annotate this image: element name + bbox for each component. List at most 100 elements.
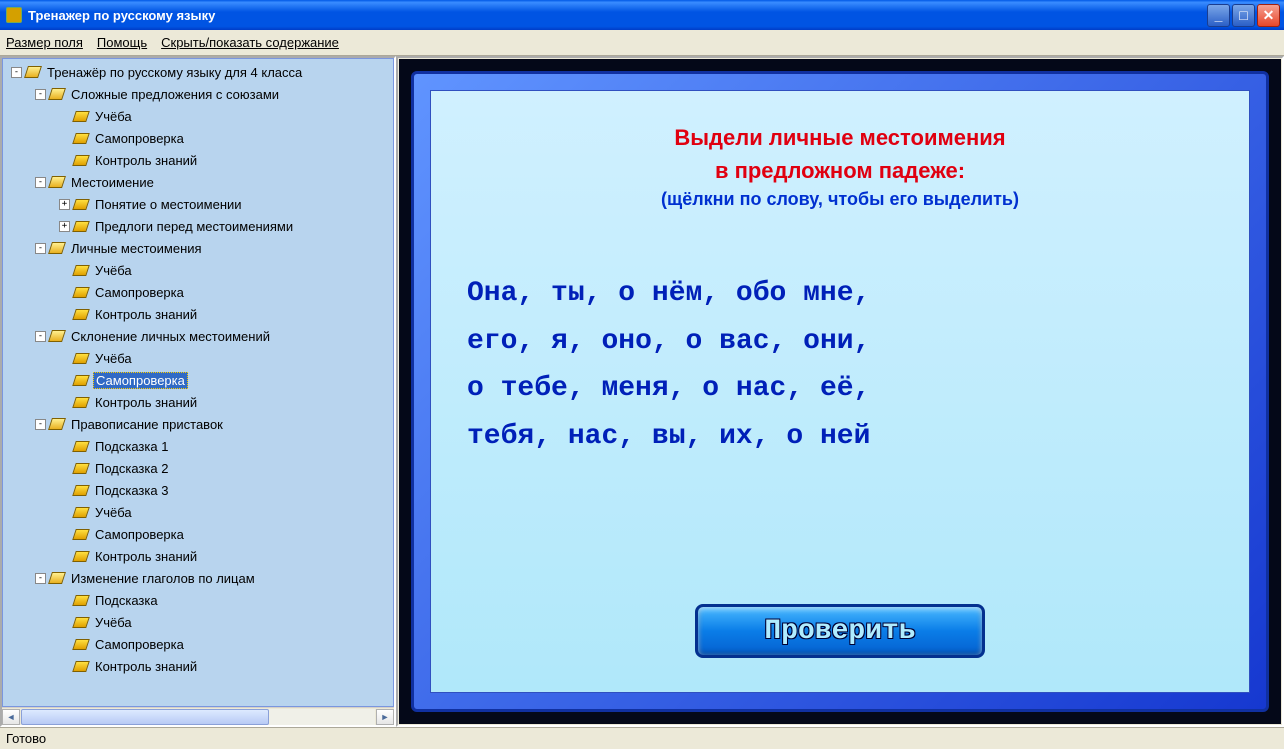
- tree-item[interactable]: Подсказка 1: [3, 435, 393, 457]
- statusbar: Готово: [0, 727, 1284, 749]
- tree-item[interactable]: Самопроверка: [3, 369, 393, 391]
- horizontal-scrollbar[interactable]: ◄ ►: [2, 707, 394, 725]
- expander-blank: [59, 529, 70, 540]
- word-token[interactable]: я: [551, 326, 568, 357]
- tree-scroll[interactable]: - Тренажёр по русскому языку для 4 класса…: [2, 58, 394, 707]
- scroll-thumb[interactable]: [21, 709, 269, 725]
- maximize-button[interactable]: □: [1232, 4, 1255, 27]
- expand-icon[interactable]: +: [59, 221, 70, 232]
- tree-item-label: Самопроверка: [93, 372, 188, 389]
- book-icon: [48, 88, 66, 100]
- word-token[interactable]: его: [467, 326, 517, 357]
- word-token[interactable]: они: [803, 326, 853, 357]
- tree-item-label: Самопроверка: [93, 130, 186, 147]
- word-token[interactable]: о нём: [618, 278, 702, 309]
- scroll-track[interactable]: [21, 709, 375, 725]
- tree-item[interactable]: Подсказка: [3, 589, 393, 611]
- words-line: о тебе, меня, о нас, её,: [467, 365, 1213, 413]
- words-line: его, я, оно, о вас, они,: [467, 318, 1213, 366]
- word-token[interactable]: о ней: [786, 421, 870, 452]
- tree-item[interactable]: Учёба: [3, 501, 393, 523]
- word-token[interactable]: о тебе: [467, 373, 568, 404]
- expander-blank: [59, 639, 70, 650]
- word-token[interactable]: их: [719, 421, 753, 452]
- book-icon: [72, 617, 90, 628]
- tree-item[interactable]: Самопроверка: [3, 127, 393, 149]
- tree-item[interactable]: Учёба: [3, 347, 393, 369]
- tree-item[interactable]: Контроль знаний: [3, 655, 393, 677]
- menubar: Размер поля Помощь Скрыть/показать содер…: [0, 30, 1284, 56]
- tree-item[interactable]: Контроль знаний: [3, 545, 393, 567]
- tree-item-label: Тренажёр по русскому языку для 4 класса: [45, 64, 304, 81]
- tree-item[interactable]: Контроль знаний: [3, 391, 393, 413]
- book-icon: [24, 66, 42, 78]
- close-button[interactable]: ✕: [1257, 4, 1280, 27]
- tree-item[interactable]: Самопроверка: [3, 281, 393, 303]
- tree-item[interactable]: +Предлоги перед местоимениями: [3, 215, 393, 237]
- collapse-icon[interactable]: -: [35, 177, 46, 188]
- word-token[interactable]: Она: [467, 278, 517, 309]
- tree-item[interactable]: Самопроверка: [3, 633, 393, 655]
- tree-item[interactable]: -Правописание приставок: [3, 413, 393, 435]
- tree-item[interactable]: -Личные местоимения: [3, 237, 393, 259]
- expand-icon[interactable]: +: [59, 199, 70, 210]
- tree-item[interactable]: Контроль знаний: [3, 303, 393, 325]
- tree-item-label: Подсказка 3: [93, 482, 170, 499]
- collapse-icon[interactable]: -: [11, 67, 22, 78]
- tree-item[interactable]: Учёба: [3, 259, 393, 281]
- book-icon: [48, 176, 66, 188]
- menu-help[interactable]: Помощь: [97, 35, 147, 50]
- exercise-title-line2: в предложном падеже:: [715, 158, 965, 183]
- tree-item[interactable]: Подсказка 2: [3, 457, 393, 479]
- tree-item[interactable]: + Понятие о местоимении: [3, 193, 393, 215]
- content-pane: Выдели личные местоимения в предложном п…: [396, 56, 1284, 727]
- book-icon: [72, 463, 90, 474]
- minimize-button[interactable]: _: [1207, 4, 1230, 27]
- tree-item[interactable]: -Изменение глаголов по лицам: [3, 567, 393, 589]
- book-icon: [72, 309, 90, 320]
- book-icon: [72, 639, 90, 650]
- words-line: тебя, нас, вы, их, о ней: [467, 413, 1213, 461]
- word-token[interactable]: о вас: [686, 326, 770, 357]
- word-token[interactable]: о нас: [702, 373, 786, 404]
- word-token[interactable]: тебя: [467, 421, 534, 452]
- scroll-right-button[interactable]: ►: [376, 709, 394, 725]
- word-token[interactable]: её: [820, 373, 854, 404]
- word-token[interactable]: нас: [568, 421, 618, 452]
- tree-item[interactable]: -Сложные предложения с союзами: [3, 83, 393, 105]
- tree-item[interactable]: Подсказка 3: [3, 479, 393, 501]
- collapse-icon[interactable]: -: [35, 89, 46, 100]
- exercise-title: Выдели личные местоимения в предложном п…: [674, 121, 1005, 187]
- expander-blank: [59, 463, 70, 474]
- tree-item[interactable]: -Склонение личных местоимений: [3, 325, 393, 347]
- tree-item-label: Контроль знаний: [93, 152, 199, 169]
- word-token[interactable]: оно: [601, 326, 651, 357]
- tree-item[interactable]: Самопроверка: [3, 523, 393, 545]
- collapse-icon[interactable]: -: [35, 573, 46, 584]
- word-token[interactable]: вы: [652, 421, 686, 452]
- menu-field-size[interactable]: Размер поля: [6, 35, 83, 50]
- menu-toggle-toc[interactable]: Скрыть/показать содержание: [161, 35, 339, 50]
- tree-item[interactable]: Учёба: [3, 611, 393, 633]
- tree-item[interactable]: -Местоимение: [3, 171, 393, 193]
- words-line: Она, ты, о нём, обо мне,: [467, 270, 1213, 318]
- tree-root: - Тренажёр по русскому языку для 4 класса…: [3, 59, 393, 679]
- book-icon: [72, 595, 90, 606]
- scroll-left-button[interactable]: ◄: [2, 709, 20, 725]
- collapse-icon[interactable]: -: [35, 331, 46, 342]
- collapse-icon[interactable]: -: [35, 243, 46, 254]
- book-icon: [72, 529, 90, 540]
- collapse-icon[interactable]: -: [35, 419, 46, 430]
- tree-item-label: Учёба: [93, 350, 134, 367]
- tree-item[interactable]: - Тренажёр по русскому языку для 4 класса: [3, 61, 393, 83]
- word-token[interactable]: обо мне: [736, 278, 854, 309]
- word-token[interactable]: ты: [551, 278, 585, 309]
- tree-item[interactable]: Учёба: [3, 105, 393, 127]
- tree-item-label: Контроль знаний: [93, 548, 199, 565]
- tree-item-label: Понятие о местоимении: [93, 196, 244, 213]
- tree-item[interactable]: Контроль знаний: [3, 149, 393, 171]
- expander-blank: [59, 617, 70, 628]
- word-token[interactable]: меня: [601, 373, 668, 404]
- book-icon: [72, 375, 90, 386]
- check-button[interactable]: Проверить: [695, 604, 985, 658]
